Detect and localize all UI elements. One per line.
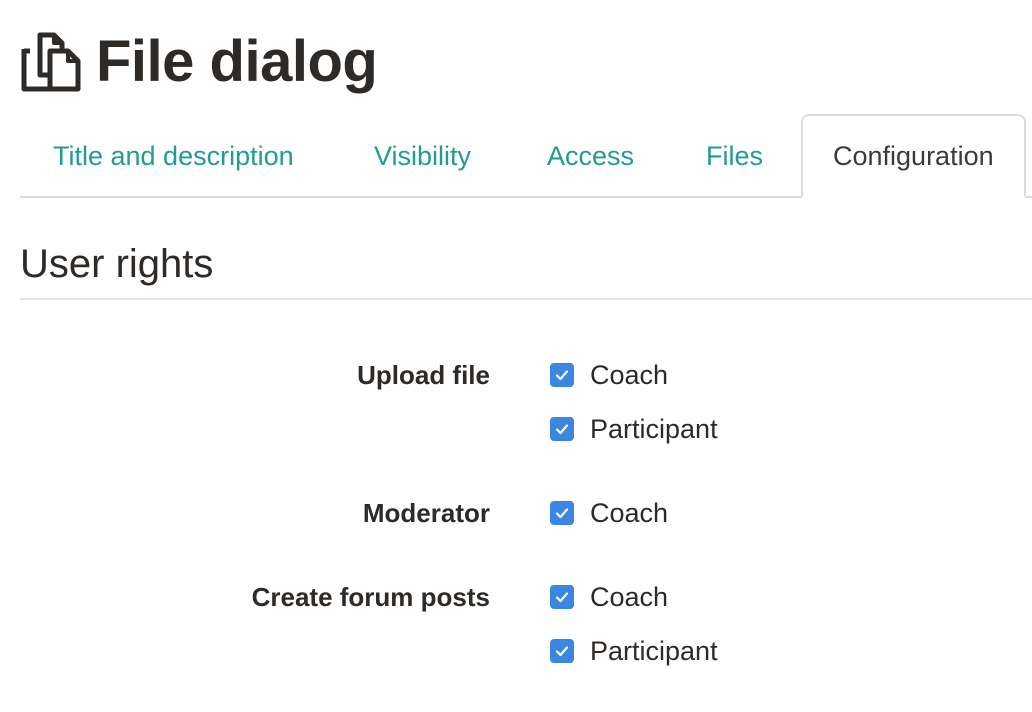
checkbox-checked-icon[interactable]	[550, 363, 574, 387]
upload-file-coach-checkbox[interactable]: Coach	[550, 359, 668, 391]
option-label: Coach	[590, 498, 669, 528]
create-forum-posts-coach-checkbox[interactable]: Coach	[550, 581, 668, 613]
tab-bar: Title and description Visibility Access …	[20, 114, 1032, 198]
tab-title-and-description[interactable]: Title and description	[53, 114, 294, 198]
upload-file-participant-checkbox[interactable]: Participant	[550, 413, 718, 445]
field-label-create-forum-posts: Create forum posts	[251, 582, 490, 612]
field-label-upload-file: Upload file	[357, 360, 490, 390]
files-copy-icon	[20, 31, 82, 93]
page-title: File dialog	[96, 29, 378, 94]
moderator-coach-checkbox[interactable]: Coach	[550, 497, 668, 529]
checkbox-checked-icon[interactable]	[550, 417, 574, 441]
page: File dialog Title and description Visibi…	[0, 0, 1032, 712]
field-label-moderator: Moderator	[362, 498, 490, 528]
option-label: Coach	[590, 360, 669, 390]
tab-configuration[interactable]: Configuration	[801, 114, 1026, 198]
section-title: User rights	[20, 242, 214, 286]
page-header: File dialog	[20, 26, 378, 98]
checkbox-checked-icon[interactable]	[550, 501, 574, 525]
checkbox-checked-icon[interactable]	[550, 585, 574, 609]
option-label: Coach	[590, 582, 669, 612]
tab-visibility[interactable]: Visibility	[374, 114, 471, 198]
create-forum-posts-participant-checkbox[interactable]: Participant	[550, 635, 718, 667]
option-label: Participant	[590, 414, 718, 444]
option-label: Participant	[590, 636, 718, 666]
section-divider	[20, 298, 1032, 300]
checkbox-checked-icon[interactable]	[550, 639, 574, 663]
tab-files[interactable]: Files	[706, 114, 763, 198]
tab-access[interactable]: Access	[547, 114, 634, 198]
